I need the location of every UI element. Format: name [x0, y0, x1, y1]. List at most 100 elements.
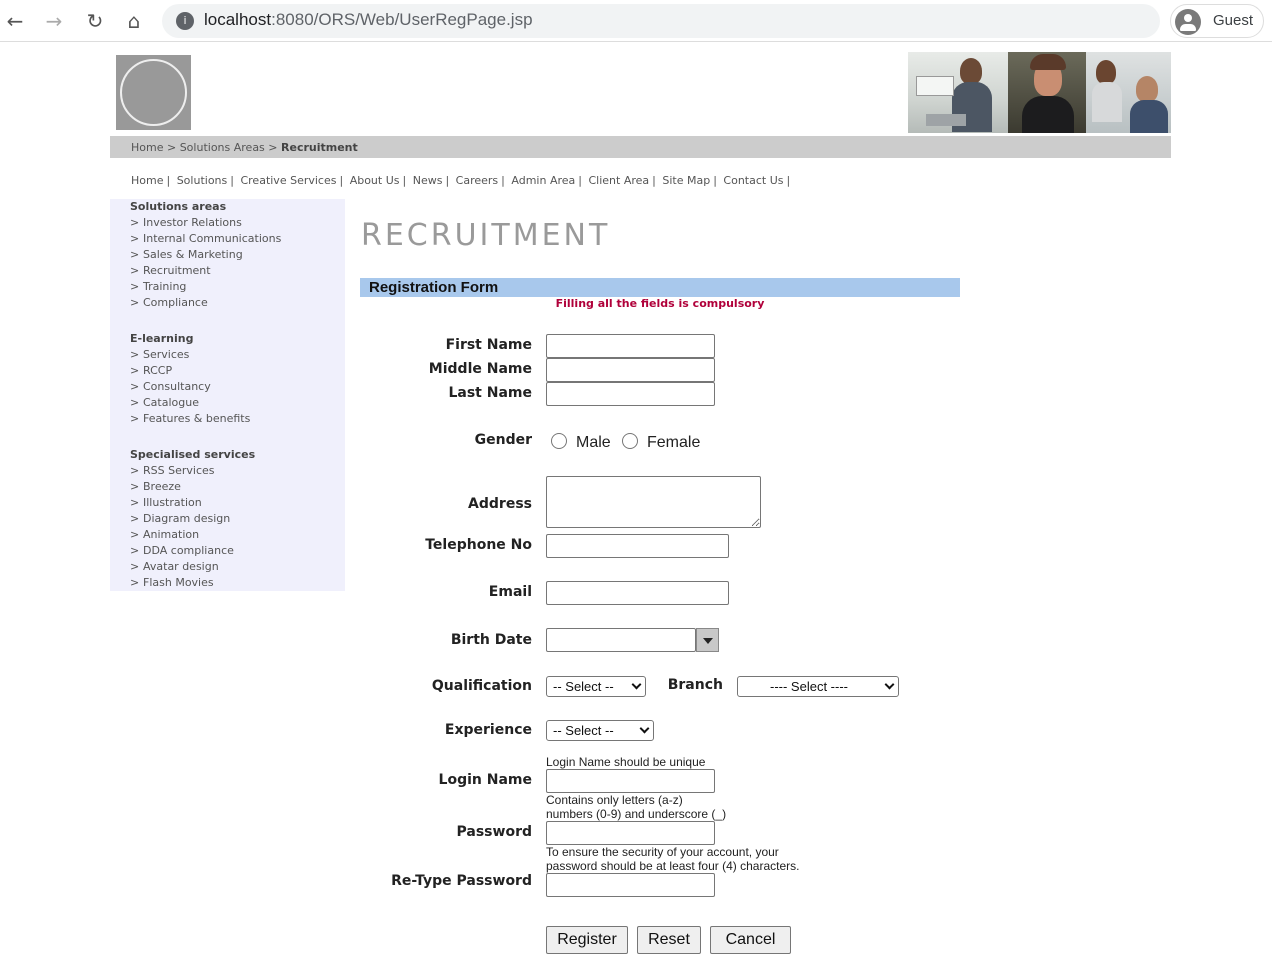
url-text[interactable]: localhost:8080/ORS/Web/UserRegPage.jsp — [204, 10, 533, 30]
profile-button[interactable]: Guest — [1170, 4, 1264, 38]
chevron-right-icon: > — [130, 396, 140, 409]
chevron-right-icon: > — [130, 512, 140, 525]
nav-admin-area[interactable]: Admin Area — [511, 174, 575, 187]
breadcrumb: Home > Solutions Areas > Recruitment — [110, 136, 1171, 158]
chevron-right-icon: > — [130, 464, 140, 477]
qualification-select[interactable]: -- Select -- — [546, 676, 646, 697]
profile-label: Guest — [1213, 12, 1254, 29]
password-rule-line1: To ensure the security of your account, … — [546, 845, 779, 859]
top-navigation: Home | Solutions | Creative Services | Abou… — [131, 174, 791, 187]
gender-label: Gender — [474, 432, 532, 448]
browser-toolbar: ← → ↻ ⌂ i localhost:8080/ORS/Web/UserReg… — [0, 0, 1272, 42]
sidebar-item-avatar-design[interactable]: > Avatar design — [130, 559, 345, 575]
sidebar-item-rss-services[interactable]: > RSS Services — [130, 463, 345, 479]
chevron-right-icon: > — [130, 296, 140, 309]
birth-date-input[interactable] — [546, 628, 696, 652]
experience-select[interactable]: -- Select -- — [546, 720, 654, 741]
site-info-icon[interactable]: i — [176, 12, 194, 30]
breadcrumb-separator: > — [163, 141, 180, 154]
password-input[interactable] — [546, 821, 715, 845]
sidebar-item-diagram-design[interactable]: > Diagram design — [130, 511, 345, 527]
sidebar-item-dda-compliance[interactable]: > DDA compliance — [130, 543, 345, 559]
sidebar-item-catalogue[interactable]: > Catalogue — [130, 395, 345, 411]
reset-button[interactable]: Reset — [637, 926, 701, 954]
breadcrumb-current: Recruitment — [281, 141, 358, 154]
nav-about-us[interactable]: About Us — [350, 174, 400, 187]
page-title: RECRUITMENT — [361, 218, 611, 253]
gender-female-label[interactable]: Female — [647, 434, 700, 452]
chevron-right-icon: > — [130, 348, 140, 361]
form-title-bar: Registration Form — [360, 278, 960, 297]
sidebar-item-label: Catalogue — [143, 396, 199, 409]
sidebar-item-sales-marketing[interactable]: > Sales & Marketing — [130, 247, 345, 263]
sidebar-item-breeze[interactable]: > Breeze — [130, 479, 345, 495]
telephone-input[interactable] — [546, 534, 729, 558]
sidebar-item-consultancy[interactable]: > Consultancy — [130, 379, 345, 395]
retype-password-label: Re-Type Password — [391, 873, 532, 889]
register-button[interactable]: Register — [546, 926, 628, 954]
sidebar-item-rccp[interactable]: > RCCP — [130, 363, 345, 379]
site-logo[interactable] — [116, 55, 191, 130]
chevron-right-icon: > — [130, 544, 140, 557]
retype-password-input[interactable] — [546, 873, 715, 897]
sidebar-item-label: RSS Services — [143, 464, 215, 477]
sidebar-item-investor-relations[interactable]: > Investor Relations — [130, 215, 345, 231]
sidebar-item-label: DDA compliance — [143, 544, 234, 557]
forward-arrow-icon[interactable]: → — [41, 8, 67, 34]
gender-male-radio[interactable] — [551, 433, 567, 449]
nav-creative-services[interactable]: Creative Services — [240, 174, 336, 187]
nav-site-map[interactable]: Site Map — [662, 174, 710, 187]
chevron-down-icon — [631, 679, 642, 690]
gender-female-radio[interactable] — [622, 433, 638, 449]
sidebar-item-recruitment[interactable]: > Recruitment — [130, 263, 345, 279]
last-name-input[interactable] — [546, 382, 715, 406]
home-icon[interactable]: ⌂ — [121, 8, 147, 34]
sidebar-item-label: Internal Communications — [143, 232, 282, 245]
experience-label: Experience — [444, 722, 532, 738]
branch-select[interactable]: ---- Select ---- — [737, 676, 899, 697]
sidebar-item-services[interactable]: > Services — [130, 347, 345, 363]
sidebar-item-label: Diagram design — [143, 512, 231, 525]
nav-solutions[interactable]: Solutions — [177, 174, 228, 187]
first-name-input[interactable] — [546, 334, 715, 358]
login-name-label: Login Name — [438, 772, 532, 788]
reload-icon[interactable]: ↻ — [82, 8, 108, 34]
calendar-dropdown-icon[interactable] — [696, 628, 719, 652]
sidebar-item-label: Features & benefits — [143, 412, 251, 425]
login-rule-letters: Contains only letters (a-z) — [546, 793, 683, 807]
email-input[interactable] — [546, 581, 729, 605]
chevron-right-icon: > — [130, 264, 140, 277]
address-textarea[interactable] — [546, 476, 761, 528]
sidebar-item-training[interactable]: > Training — [130, 279, 345, 295]
sidebar-item-compliance[interactable]: > Compliance — [130, 295, 345, 311]
form-title: Registration Form — [369, 279, 499, 296]
banner-photo-office — [908, 52, 1008, 133]
gender-male-label[interactable]: Male — [576, 434, 611, 452]
sidebar-item-internal-communications[interactable]: > Internal Communications — [130, 231, 345, 247]
chevron-right-icon: > — [130, 216, 140, 229]
nav-news[interactable]: News — [413, 174, 443, 187]
chevron-right-icon: > — [130, 560, 140, 573]
chevron-right-icon: > — [130, 364, 140, 377]
sidebar-item-illustration[interactable]: > Illustration — [130, 495, 345, 511]
sidebar-item-features-benefits[interactable]: > Features & benefits — [130, 411, 345, 427]
middle-name-input[interactable] — [546, 358, 715, 382]
breadcrumb-home[interactable]: Home — [131, 141, 163, 154]
cancel-button[interactable]: Cancel — [710, 926, 791, 954]
back-arrow-icon[interactable]: ← — [2, 8, 28, 34]
login-name-input[interactable] — [546, 769, 715, 793]
sidebar-item-label: Training — [143, 280, 187, 293]
nav-home[interactable]: Home — [131, 174, 163, 187]
chevron-right-icon: > — [130, 576, 140, 589]
nav-client-area[interactable]: Client Area — [588, 174, 649, 187]
nav-careers[interactable]: Careers — [456, 174, 499, 187]
breadcrumb-solutions[interactable]: Solutions Areas — [180, 141, 265, 154]
birth-date-label: Birth Date — [450, 632, 532, 648]
address-bar[interactable]: i localhost:8080/ORS/Web/UserRegPage.jsp — [162, 4, 1160, 38]
sidebar-item-animation[interactable]: > Animation — [130, 527, 345, 543]
profile-avatar-icon — [1175, 9, 1201, 35]
sidebar-item-label: Illustration — [143, 496, 202, 509]
sidebar-item-flash-movies[interactable]: > Flash Movies — [130, 575, 345, 591]
nav-contact-us[interactable]: Contact Us — [723, 174, 783, 187]
sidebar: Solutions areas > Investor Relations > Int… — [110, 199, 345, 591]
